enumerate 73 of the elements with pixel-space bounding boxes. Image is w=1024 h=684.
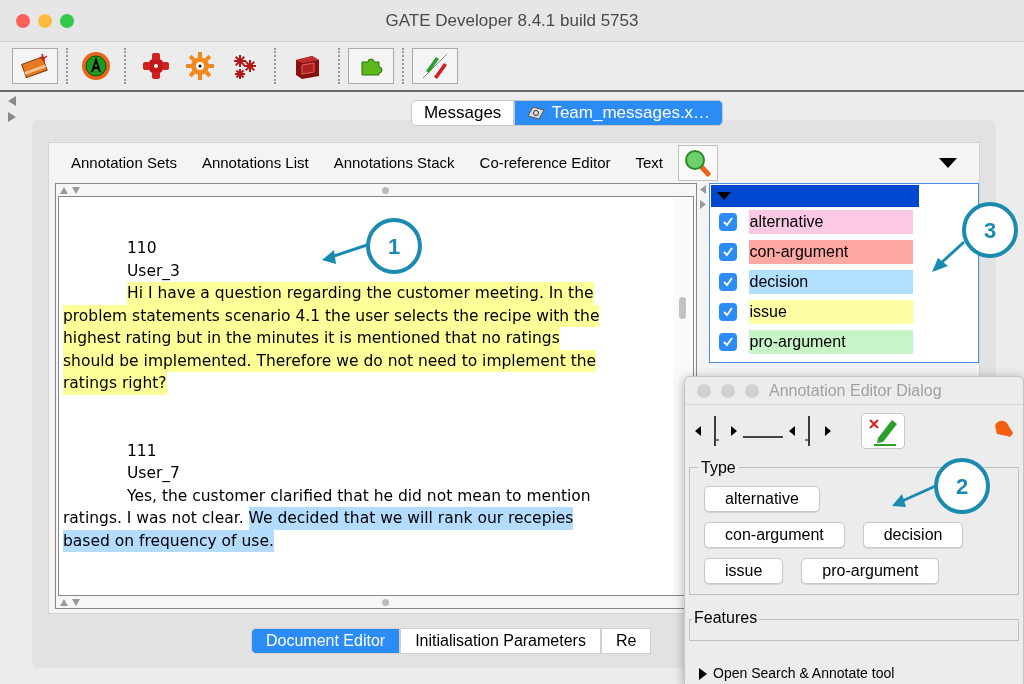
checkmark-icon	[721, 246, 734, 258]
document-text: Yes, the customer clarified that he did not mean to mention	[127, 485, 591, 507]
document-text: 111	[127, 440, 157, 462]
delete-annotation-button[interactable]	[861, 413, 905, 449]
zoom-button[interactable]	[60, 13, 74, 28]
divider-handle[interactable]	[382, 598, 390, 606]
document-text: User_3	[127, 260, 180, 282]
document-text-area[interactable]	[58, 196, 694, 596]
letter-gear-icon	[80, 50, 112, 82]
annotation-type-label[interactable]: alternative	[748, 210, 913, 234]
annotation-type-button[interactable]: pro-argument	[801, 558, 940, 584]
checkbox[interactable]	[718, 243, 737, 261]
box-icon	[20, 52, 50, 80]
document-icon	[527, 106, 546, 120]
annotation-type-button[interactable]: con-argument	[704, 522, 845, 548]
annotated-text: We decided that we will rank our recepies	[248, 507, 574, 530]
document-text: ratings. I was not clear.	[63, 508, 245, 529]
expand-icon	[716, 192, 731, 200]
search-icon	[684, 149, 712, 177]
close-button[interactable]	[16, 13, 30, 28]
annotation-type-button[interactable]: alternative	[704, 486, 820, 512]
editor-tab[interactable]: Initialisation Parameters	[400, 628, 601, 654]
view-tab[interactable]: Annotations List	[201, 151, 309, 175]
expand-right-icon[interactable]	[8, 112, 16, 122]
view-tab[interactable]: Co-reference Editor	[479, 151, 611, 175]
annotated-text: should be implemented. Therefore we do not need to implement the	[63, 349, 597, 372]
search-button[interactable]	[678, 145, 718, 181]
pencil-delete-icon	[866, 416, 900, 446]
extend-end-icon[interactable]	[789, 414, 831, 448]
search-annotate-toggle[interactable]: Open Search & Annotate tool	[713, 663, 895, 684]
checkbox[interactable]	[718, 273, 737, 291]
collapse-left-icon[interactable]	[699, 185, 706, 194]
checkbox[interactable]	[718, 213, 737, 231]
annotation-type-label[interactable]: pro-argument	[748, 330, 913, 354]
annotation-type-label[interactable]: con-argument	[748, 240, 913, 264]
checkmark-icon	[721, 336, 734, 348]
document-text: 110	[127, 238, 157, 259]
pencils-icon	[420, 51, 450, 81]
view-tab[interactable]: Annotation Sets	[71, 151, 177, 175]
annotated-text: based on frequency of use.	[63, 529, 274, 552]
dialog-title: Annotation Editor Dialog	[769, 380, 942, 401]
document-text: User_7	[127, 463, 180, 484]
divider-handle[interactable]	[382, 186, 390, 194]
scrollbar-thumb[interactable]	[679, 297, 687, 319]
callout-number: 3	[962, 202, 1018, 258]
checkmark-icon	[721, 216, 734, 228]
disclosure-icon[interactable]	[699, 667, 707, 680]
span-line-icon	[743, 436, 783, 438]
collapse-left-icon[interactable]	[8, 96, 16, 106]
window-title: GATE Developer 8.4.1 build 5753	[385, 9, 639, 32]
view-tab[interactable]: Annotations Stack	[333, 151, 455, 175]
annotation-type-label[interactable]: decision	[748, 270, 913, 294]
checkbox[interactable]	[718, 303, 737, 321]
view-tab[interactable]: Text	[635, 151, 663, 175]
checkmark-icon	[721, 306, 734, 318]
annotated-text: Hi I have a question regarding the customer meeting. In the	[127, 282, 594, 305]
annotation-type-button[interactable]: decision	[862, 522, 964, 548]
editor-tab[interactable]: Re	[600, 628, 652, 654]
dropdown-icon[interactable]	[939, 158, 957, 168]
annotation-type-label[interactable]: issue	[748, 300, 913, 324]
annotated-text: highest rating but in the minutes it is mentioned that no ratings	[63, 327, 560, 350]
split-arrows-icon[interactable]	[60, 186, 80, 194]
extend-start-icon[interactable]	[695, 414, 737, 448]
split-arrows-icon[interactable]	[60, 598, 80, 606]
annotated-text: problem statements scenario 4.1 the user selects the recipe with the	[63, 304, 600, 327]
annotation-type-button[interactable]: issue	[704, 558, 784, 584]
document-tab[interactable]: Messages	[410, 100, 515, 126]
annotated-text: ratings right?	[63, 372, 167, 395]
expand-right-icon[interactable]	[699, 200, 706, 209]
cog-icon	[184, 50, 216, 82]
checkmark-icon	[721, 276, 734, 288]
cross-gear-icon	[141, 51, 171, 81]
checkbox[interactable]	[718, 333, 737, 351]
